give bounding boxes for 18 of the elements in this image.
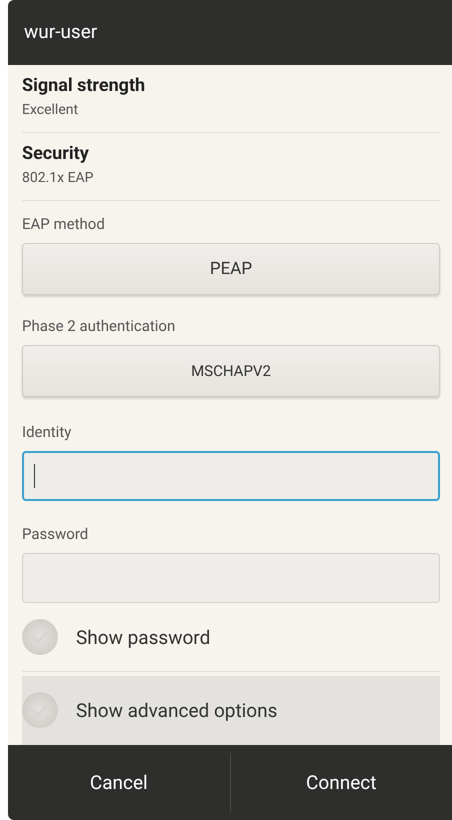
phase2-dropdown[interactable]: MSCHAPV2 — [22, 345, 440, 397]
identity-field[interactable] — [22, 451, 440, 501]
info-label: Security — [22, 143, 90, 164]
dialog-button[interactable]: Cancel — [8, 745, 230, 820]
field-label: Identity — [22, 423, 72, 441]
field-label: Phase 2 authentication — [22, 317, 176, 335]
password-field[interactable] — [22, 553, 440, 603]
field-label: Password — [22, 525, 90, 543]
checkbox[interactable] — [22, 619, 58, 655]
dialog-button[interactable]: Connect — [230, 745, 452, 820]
info-value: Excellent — [22, 102, 80, 118]
info-value: 802.1x EAP — [22, 170, 95, 186]
field-label: EAP method — [22, 215, 106, 233]
eap-method-dropdown[interactable]: PEAP — [22, 243, 440, 295]
checkbox-label[interactable]: Show password — [76, 626, 210, 648]
checkbox-label[interactable]: Show advanced options — [76, 698, 278, 722]
window-title: wur-user — [8, 0, 452, 65]
info-label: Signal strength — [22, 75, 146, 96]
